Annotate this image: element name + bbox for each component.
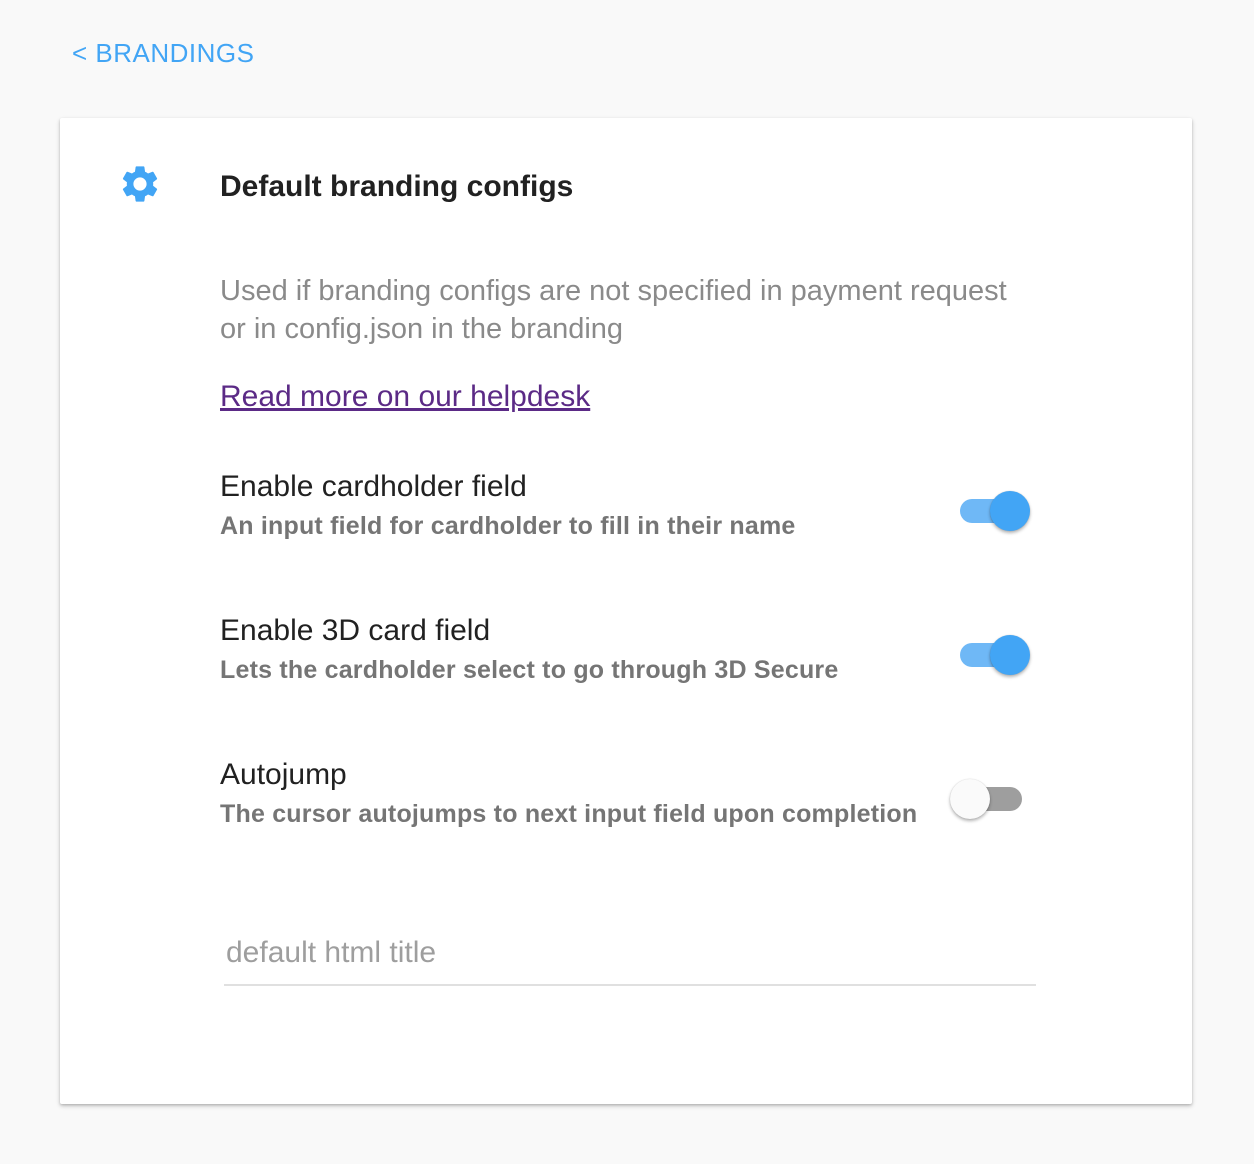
helpdesk-link[interactable]: Read more on our helpdesk — [220, 380, 590, 414]
toggle-thumb — [990, 491, 1030, 531]
gear-icon — [118, 162, 162, 206]
card-title: Default branding configs — [220, 170, 574, 203]
setting-title: Autojump — [220, 758, 347, 791]
autojump-toggle[interactable] — [950, 776, 1030, 820]
3d-card-field-toggle[interactable] — [950, 632, 1030, 676]
toggle-thumb — [990, 635, 1030, 675]
cardholder-field-toggle[interactable] — [950, 488, 1030, 532]
setting-cardholder-field: Enable cardholder field An input field f… — [220, 468, 1040, 544]
back-to-brandings-link[interactable]: < BRANDINGS — [72, 38, 255, 69]
setting-title: Enable 3D card field — [220, 614, 491, 647]
setting-description: An input field for cardholder to fill in… — [220, 512, 796, 540]
setting-3d-card-field: Enable 3D card field Lets the cardholder… — [220, 612, 1040, 688]
html-title-input[interactable] — [224, 930, 1040, 976]
setting-description: Lets the cardholder select to go through… — [220, 656, 839, 684]
card-description: Used if branding configs are not specifi… — [220, 275, 1007, 345]
html-title-field — [224, 930, 1040, 986]
setting-description: The cursor autojumps to next input field… — [220, 800, 918, 828]
toggle-thumb — [950, 779, 990, 819]
default-branding-card: Default branding configs Used if brandin… — [60, 118, 1192, 1104]
setting-title: Enable cardholder field — [220, 470, 527, 503]
setting-autojump: Autojump The cursor autojumps to next in… — [220, 756, 1040, 832]
